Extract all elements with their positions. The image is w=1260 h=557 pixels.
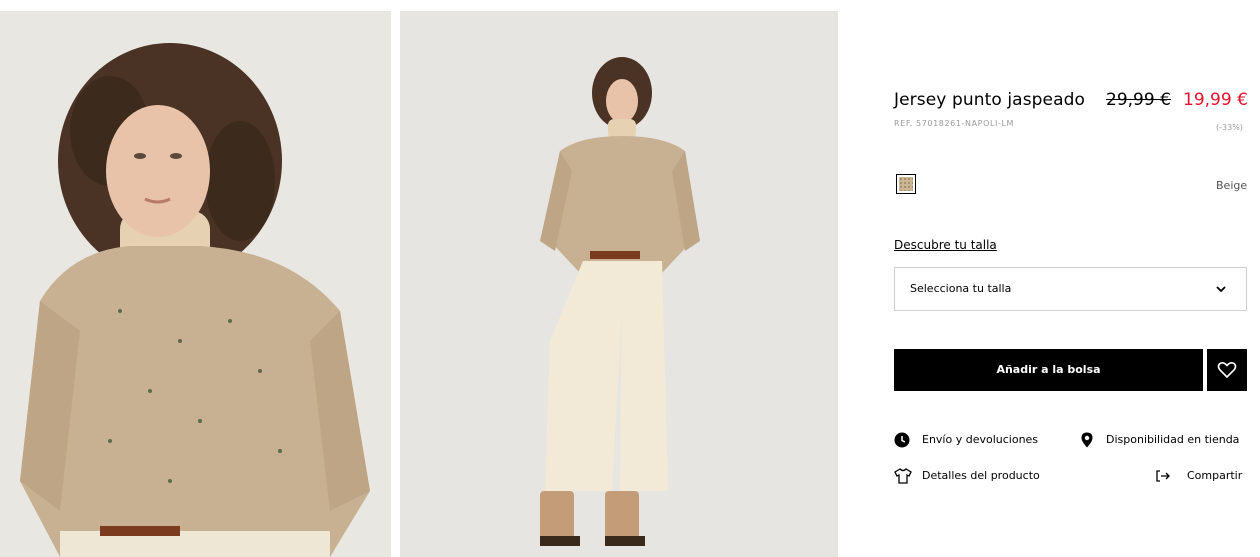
chevron-down-icon — [1216, 286, 1226, 293]
size-select[interactable]: Selecciona tu talla — [894, 267, 1247, 311]
original-price: 29,99 € — [1106, 90, 1171, 110]
swatch-fill — [899, 177, 913, 191]
product-image-closeup[interactable] — [0, 11, 391, 557]
favorite-button[interactable] — [1207, 349, 1247, 391]
heart-icon — [1217, 362, 1237, 379]
store-availability-label: Disponibilidad en tienda — [1106, 433, 1240, 446]
product-info-panel: Jersey punto jaspeado 29,99 € 19,99 € RE… — [894, 0, 1260, 557]
tshirt-icon — [894, 468, 912, 484]
product-image-full-body[interactable] — [400, 11, 838, 557]
color-name: Beige — [1216, 179, 1248, 192]
size-guide-link[interactable]: Descubre tu talla — [894, 238, 997, 252]
product-details-label: Detalles del producto — [922, 469, 1040, 482]
add-to-bag-button[interactable]: Añadir a la bolsa — [894, 349, 1203, 391]
clock-icon — [894, 432, 910, 448]
product-reference: REF. 57018261-NAPOLI-LM — [894, 119, 1015, 128]
sale-price: 19,99 € — [1183, 90, 1248, 110]
share-label: Compartir — [1187, 469, 1243, 482]
discount-badge: (-33%) — [1216, 123, 1243, 132]
product-title: Jersey punto jaspeado — [894, 90, 1086, 110]
location-pin-icon — [1081, 432, 1093, 448]
share-icon — [1156, 470, 1170, 482]
color-swatch-beige[interactable] — [896, 174, 916, 194]
shipping-returns-label: Envío y devoluciones — [922, 433, 1039, 446]
size-select-label: Selecciona tu talla — [910, 282, 1012, 295]
